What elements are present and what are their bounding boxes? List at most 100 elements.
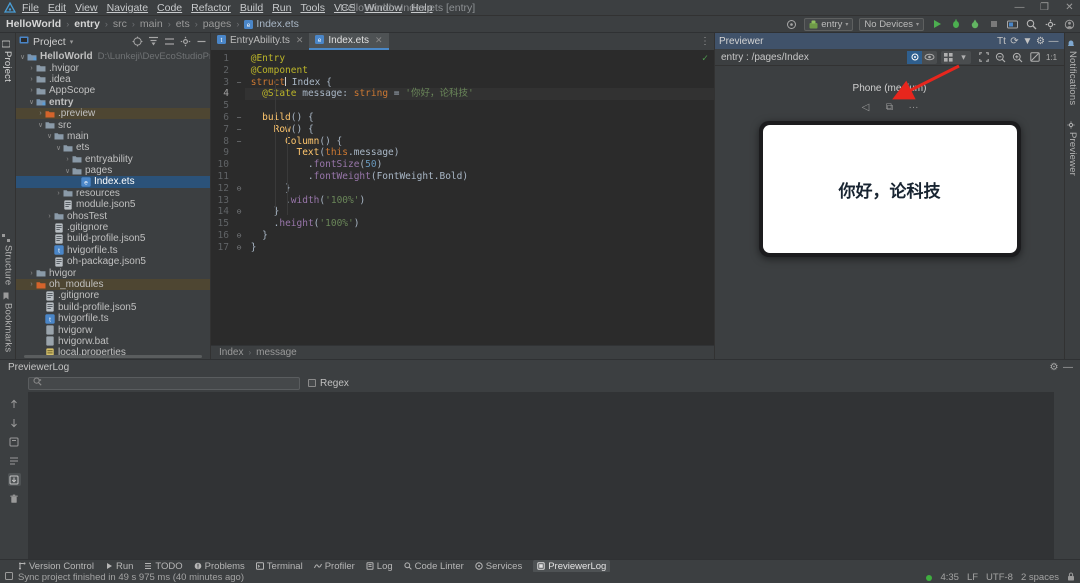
project-dropdown-arrow[interactable]: ▾: [70, 38, 74, 46]
log-search-input[interactable]: [28, 376, 300, 390]
menu-item-code[interactable]: Code: [157, 2, 182, 14]
soft-wrap-icon[interactable]: [8, 454, 21, 467]
menu-item-navigate[interactable]: Navigate: [107, 2, 148, 14]
previewer-mode-group[interactable]: [907, 50, 937, 64]
rail-item-bookmarks[interactable]: Bookmarks: [3, 289, 14, 355]
expand-all-icon[interactable]: [147, 36, 159, 48]
tool-window-tab-log[interactable]: Log: [366, 561, 393, 572]
tree-node--idea[interactable]: › .idea: [16, 74, 210, 85]
tree-node-helloworld[interactable]: ∨ HelloWorld D:\Lunkeji\DevEcoStudioProjec…: [16, 51, 210, 62]
device-selector[interactable]: No Devices ▾: [859, 17, 924, 31]
zoom-out-icon[interactable]: [994, 51, 1007, 64]
chevron-right-icon[interactable]: ›: [27, 76, 36, 83]
tab-close-icon-2[interactable]: ✕: [375, 35, 383, 46]
breadcrumb-src[interactable]: src: [113, 18, 127, 30]
debug-button[interactable]: [949, 18, 962, 31]
tool-window-tab-terminal[interactable]: Terminal: [255, 561, 303, 572]
fit-to-window-icon[interactable]: [977, 51, 990, 64]
chevron-right-icon[interactable]: ›: [63, 156, 72, 163]
run-button[interactable]: [930, 18, 943, 31]
chevron-right-icon[interactable]: ›: [27, 281, 36, 288]
chevron-right-icon[interactable]: ›: [36, 110, 45, 117]
status-event-icon[interactable]: [5, 572, 13, 583]
fold-toggle-icon[interactable]: −: [233, 136, 245, 148]
device-screen[interactable]: 你好，论科技: [762, 125, 1017, 253]
project-panel-title-group[interactable]: Project ▾: [19, 35, 73, 48]
fold-toggle-icon[interactable]: ⊖: [233, 183, 245, 195]
project-settings-icon[interactable]: [179, 36, 191, 48]
print-icon[interactable]: [8, 435, 21, 448]
log-output-area[interactable]: [28, 392, 1054, 559]
search-icon[interactable]: [1025, 18, 1038, 31]
previewer-layout-group[interactable]: ▾: [941, 50, 971, 64]
actual-size-label[interactable]: 1:1: [1045, 51, 1058, 64]
rail-item-project[interactable]: Project: [1, 37, 13, 85]
menu-item-edit[interactable]: Edit: [48, 2, 66, 14]
collapse-all-icon[interactable]: [163, 36, 175, 48]
scroll-up-icon[interactable]: [8, 397, 21, 410]
tree-node-hvigorfile-ts[interactable]: t hvigorfile.ts: [16, 313, 210, 324]
tab-close-icon-1[interactable]: ✕: [296, 35, 304, 46]
code-line[interactable]: }: [245, 242, 714, 254]
chevron-down-icon[interactable]: ∨: [18, 53, 27, 61]
project-tree-horizontal-scrollbar[interactable]: [24, 355, 202, 358]
tree-node-entry[interactable]: ∨ entry: [16, 97, 210, 108]
inspection-status-icon[interactable]: ✓: [702, 53, 708, 64]
window-controls[interactable]: — ❐ ✕: [1013, 2, 1076, 13]
minimize-button[interactable]: —: [1013, 2, 1026, 13]
menu-item-file[interactable]: File: [22, 2, 39, 14]
hide-panel-icon[interactable]: [195, 36, 207, 48]
profile-button[interactable]: [968, 18, 981, 31]
gear-icon[interactable]: [1044, 18, 1057, 31]
breadcrumb-ets[interactable]: ets: [176, 18, 190, 30]
code-editor[interactable]: 1 2 3 4 5 6 7 8 9 10 11 12 13 14 15 16 17 − − − − ⊖ ⊖ ⊖ ⊖ @Entr…: [211, 50, 714, 345]
breadcrumb-pages[interactable]: pages: [203, 18, 232, 30]
menu-item-run[interactable]: Run: [272, 2, 291, 14]
layout-dropdown-icon[interactable]: ▾: [956, 51, 971, 64]
code-line[interactable]: }: [245, 230, 714, 242]
project-tree[interactable]: ∨ HelloWorld D:\Lunkeji\DevEcoStudioProjec…: [16, 50, 210, 359]
code-line[interactable]: struct Index {: [245, 76, 714, 89]
tree-node--preview[interactable]: › .preview: [16, 107, 210, 120]
code-line[interactable]: Column() {: [245, 136, 714, 148]
code-line[interactable]: }: [245, 206, 714, 218]
device-more-button[interactable]: ···: [903, 99, 925, 115]
tree-node--hvigor[interactable]: › .hvigor: [16, 62, 210, 74]
tree-node-pages[interactable]: ∨ pages: [16, 165, 210, 176]
code-line[interactable]: Text(this.message): [245, 147, 714, 159]
rotate-icon[interactable]: [1028, 51, 1041, 64]
regex-toggle[interactable]: Regex: [308, 378, 349, 389]
maximize-button[interactable]: ❐: [1038, 2, 1051, 13]
tree-node-src[interactable]: ∨ src: [16, 119, 210, 131]
rail-item-notifications[interactable]: Notifications: [1067, 37, 1078, 108]
log-side-toolbar[interactable]: [0, 392, 28, 559]
locate-file-icon[interactable]: [131, 36, 143, 48]
tree-node-oh-package-json5[interactable]: oh-package.json5: [16, 256, 210, 267]
code-line[interactable]: .width('100%'): [245, 195, 714, 207]
code-line[interactable]: Row() {: [245, 124, 714, 136]
caret-position[interactable]: 4:35: [940, 572, 959, 583]
refresh-icon[interactable]: ⟳: [1008, 35, 1021, 48]
previewer-hide-icon[interactable]: —: [1047, 35, 1060, 48]
tree-node-ets[interactable]: ∨ ets: [16, 142, 210, 153]
tree-node-oh-modules[interactable]: › oh_modules: [16, 278, 210, 291]
account-icon[interactable]: [1063, 18, 1076, 31]
tree-node-appscope[interactable]: › AppScope: [16, 85, 210, 96]
tool-window-tab-version-control[interactable]: Version Control: [18, 561, 94, 572]
tool-window-tab-previewerlog[interactable]: PreviewerLog: [533, 559, 611, 573]
device-controls[interactable]: ◁ ⧉ ···: [855, 99, 925, 115]
export-icon[interactable]: [7, 473, 21, 486]
stop-button[interactable]: [987, 18, 1000, 31]
device-manager-icon[interactable]: [1006, 18, 1019, 31]
tool-window-tab-services[interactable]: Services: [475, 561, 522, 572]
lock-icon[interactable]: [1067, 572, 1075, 583]
menu-item-build[interactable]: Build: [240, 2, 263, 14]
previewer-zoom-group[interactable]: 1:1: [977, 51, 1058, 64]
chevron-down-icon[interactable]: ∨: [63, 167, 72, 175]
tool-window-tab-problems[interactable]: Problems: [194, 561, 245, 572]
tree-node--gitignore[interactable]: .gitignore: [16, 290, 210, 301]
rail-item-previewer[interactable]: Previewer: [1067, 118, 1078, 179]
device-back-button[interactable]: ◁: [855, 99, 877, 115]
filter-icon[interactable]: ▼: [1021, 35, 1034, 48]
breadcrumb-module[interactable]: entry: [74, 18, 100, 30]
